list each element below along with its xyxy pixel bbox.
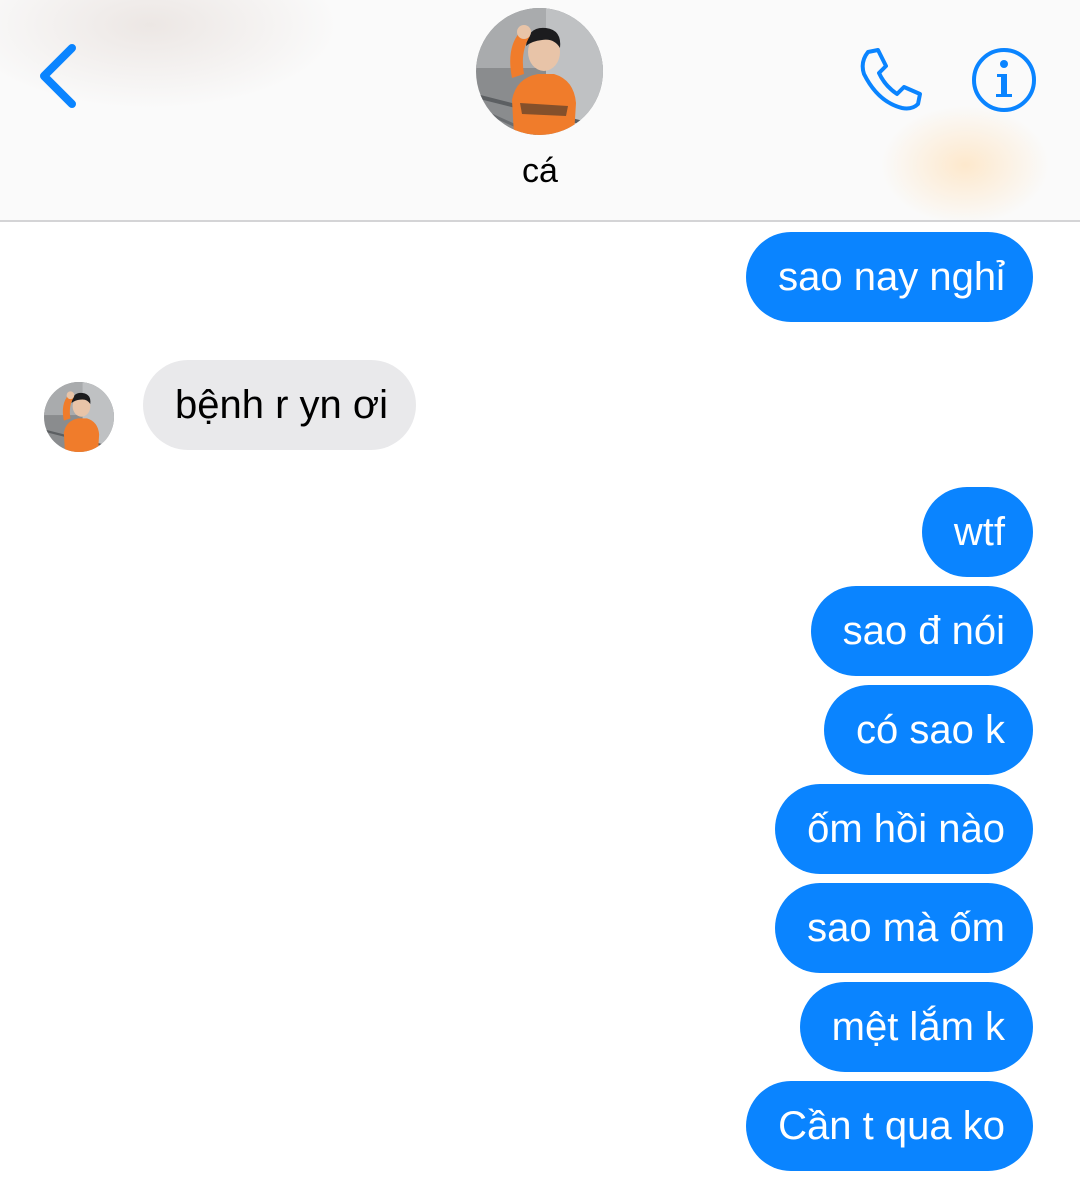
incoming-message[interactable]: bệnh r yn ơi bbox=[143, 360, 417, 450]
contact-name[interactable]: cá bbox=[0, 152, 1080, 191]
chevron-left-icon bbox=[40, 44, 76, 108]
outgoing-message[interactable]: mệt lắm k bbox=[799, 982, 1033, 1072]
message-thread[interactable]: sao nay nghỉ bệnh r yn ơi wtf sao đ nói … bbox=[0, 222, 1080, 1197]
contact-avatar[interactable] bbox=[476, 8, 603, 135]
info-icon bbox=[972, 48, 1036, 112]
phone-icon bbox=[860, 48, 922, 111]
incoming-avatar[interactable] bbox=[44, 382, 114, 452]
call-button[interactable] bbox=[852, 44, 934, 116]
info-button[interactable] bbox=[968, 44, 1040, 116]
avatar-photo-small bbox=[44, 382, 114, 452]
avatar-photo bbox=[476, 8, 603, 135]
outgoing-message[interactable]: sao nay nghỉ bbox=[746, 232, 1033, 322]
outgoing-message[interactable]: wtf bbox=[921, 487, 1033, 577]
back-button[interactable] bbox=[28, 38, 92, 114]
outgoing-message[interactable]: ốm hồi nào bbox=[775, 784, 1033, 874]
chat-header: cá bbox=[0, 0, 1080, 222]
outgoing-message[interactable]: Cần t qua ko bbox=[746, 1081, 1033, 1171]
outgoing-message[interactable]: sao mà ốm bbox=[775, 883, 1033, 973]
outgoing-message[interactable]: sao đ nói bbox=[810, 586, 1033, 676]
outgoing-message[interactable]: có sao k bbox=[824, 685, 1033, 775]
